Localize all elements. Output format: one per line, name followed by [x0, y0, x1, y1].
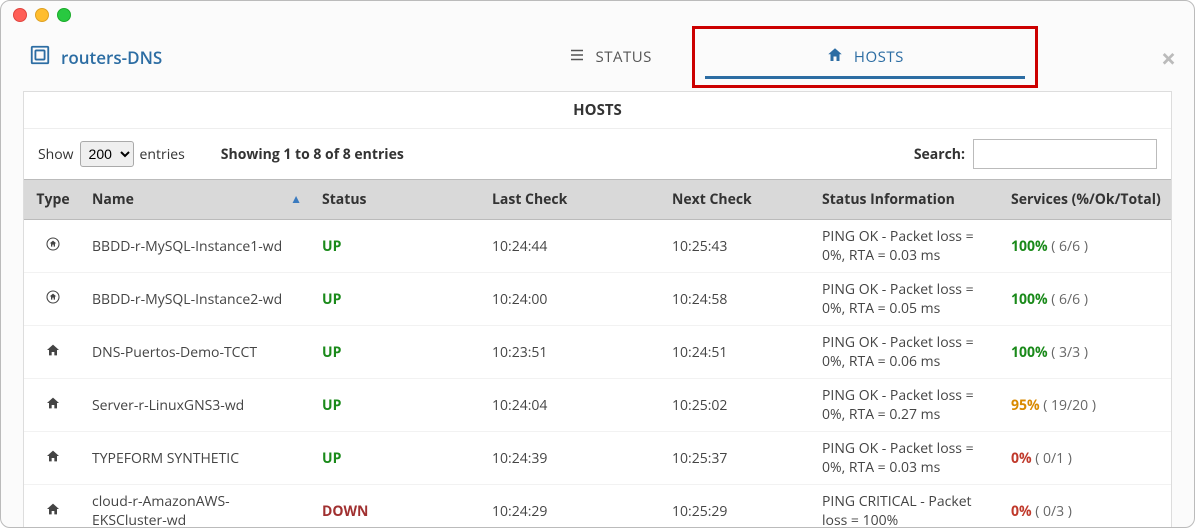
tab-hosts-label: HOSTS: [854, 47, 904, 67]
brand: routers-DNS: [11, 44, 162, 71]
host-type-icon: [24, 485, 82, 528]
host-type-icon: [24, 432, 82, 485]
host-type-icon: [24, 273, 82, 326]
brand-title: routers-DNS: [61, 46, 162, 69]
col-name[interactable]: Name▲: [82, 180, 312, 220]
col-services[interactable]: Services (%/Ok/Total): [1001, 180, 1171, 220]
tab-status-label: STATUS: [596, 47, 652, 67]
host-status-info: PING OK - Packet loss = 0%, RTA = 0.03 m…: [812, 220, 1001, 273]
host-type-icon: [24, 326, 82, 379]
host-status-info: PING OK - Packet loss = 0%, RTA = 0.27 m…: [812, 379, 1001, 432]
host-status: UP: [312, 220, 482, 273]
host-last-check: 10:24:04: [482, 379, 662, 432]
host-next-check: 10:25:43: [662, 220, 812, 273]
table-row[interactable]: BBDD-r-MySQL-Instance2-wdUP10:24:0010:24…: [24, 273, 1171, 326]
hosts-panel: HOSTS Show 200 entries Showing 1 to 8 of…: [23, 91, 1172, 528]
entries-label: entries: [140, 145, 185, 164]
tab-hosts[interactable]: HOSTS: [695, 29, 1035, 85]
show-label: Show: [38, 145, 74, 164]
col-status[interactable]: Status: [312, 180, 482, 220]
close-icon[interactable]: ×: [1161, 45, 1176, 71]
tab-status[interactable]: STATUS: [528, 29, 692, 85]
col-type[interactable]: Type: [24, 180, 82, 220]
host-last-check: 10:24:00: [482, 273, 662, 326]
table-row[interactable]: cloud-r-AmazonAWS-EKSCluster-wdDOWN10:24…: [24, 485, 1171, 528]
topbar: routers-DNS STATUS HOSTS ×: [1, 29, 1194, 85]
host-services: 100% ( 6/6 ): [1001, 220, 1171, 273]
window-maximize-dot[interactable]: [57, 8, 71, 22]
table-row[interactable]: DNS-Puertos-Demo-TCCTUP10:23:5110:24:51P…: [24, 326, 1171, 379]
showing-text: Showing 1 to 8 of 8 entries: [221, 145, 404, 164]
host-status: UP: [312, 432, 482, 485]
tabs: STATUS HOSTS: [528, 26, 1038, 88]
list-icon: [568, 46, 586, 69]
host-name: cloud-r-AmazonAWS-EKSCluster-wd: [82, 485, 312, 528]
window-close-dot[interactable]: [13, 8, 27, 22]
page-size-select[interactable]: 200: [80, 141, 134, 167]
host-status: UP: [312, 326, 482, 379]
host-services: 100% ( 6/6 ): [1001, 273, 1171, 326]
window-minimize-dot[interactable]: [35, 8, 49, 22]
sort-asc-icon: ▲: [290, 190, 302, 207]
host-last-check: 10:23:51: [482, 326, 662, 379]
host-status-info: PING CRITICAL - Packet loss = 100%: [812, 485, 1001, 528]
host-last-check: 10:24:44: [482, 220, 662, 273]
col-next-check[interactable]: Next Check: [662, 180, 812, 220]
group-icon: [29, 44, 51, 71]
col-last-check[interactable]: Last Check: [482, 180, 662, 220]
host-name: TYPEFORM SYNTHETIC: [82, 432, 312, 485]
host-last-check: 10:24:29: [482, 485, 662, 528]
table-row[interactable]: Server-r-LinuxGNS3-wdUP10:24:0410:25:02P…: [24, 379, 1171, 432]
host-services: 100% ( 3/3 ): [1001, 326, 1171, 379]
search-input[interactable]: [973, 139, 1157, 169]
host-type-icon: [24, 220, 82, 273]
host-name: DNS-Puertos-Demo-TCCT: [82, 326, 312, 379]
toolbar: Show 200 entries Showing 1 to 8 of 8 ent…: [24, 129, 1171, 179]
panel-title: HOSTS: [24, 92, 1171, 129]
table-row[interactable]: BBDD-r-MySQL-Instance1-wdUP10:24:4410:25…: [24, 220, 1171, 273]
hosts-table: Type Name▲ Status Last Check Next Check …: [24, 179, 1171, 528]
host-next-check: 10:25:37: [662, 432, 812, 485]
host-services: 0% ( 0/3 ): [1001, 485, 1171, 528]
host-last-check: 10:24:39: [482, 432, 662, 485]
home-icon: [826, 46, 844, 69]
host-next-check: 10:24:58: [662, 273, 812, 326]
window-titlebar: [1, 1, 1194, 29]
search-label: Search:: [914, 145, 965, 164]
host-status: DOWN: [312, 485, 482, 528]
host-name: Server-r-LinuxGNS3-wd: [82, 379, 312, 432]
host-next-check: 10:25:29: [662, 485, 812, 528]
host-next-check: 10:24:51: [662, 326, 812, 379]
col-status-info[interactable]: Status Information: [812, 180, 1001, 220]
table-row[interactable]: TYPEFORM SYNTHETICUP10:24:3910:25:37PING…: [24, 432, 1171, 485]
tab-hosts-highlight-box: HOSTS: [692, 26, 1038, 88]
host-name: BBDD-r-MySQL-Instance1-wd: [82, 220, 312, 273]
host-status-info: PING OK - Packet loss = 0%, RTA = 0.05 m…: [812, 273, 1001, 326]
host-type-icon: [24, 379, 82, 432]
host-status: UP: [312, 273, 482, 326]
host-status-info: PING OK - Packet loss = 0%, RTA = 0.06 m…: [812, 326, 1001, 379]
host-status-info: PING OK - Packet loss = 0%, RTA = 0.03 m…: [812, 432, 1001, 485]
host-status: UP: [312, 379, 482, 432]
host-services: 0% ( 0/1 ): [1001, 432, 1171, 485]
host-services: 95% ( 19/20 ): [1001, 379, 1171, 432]
host-name: BBDD-r-MySQL-Instance2-wd: [82, 273, 312, 326]
host-next-check: 10:25:02: [662, 379, 812, 432]
